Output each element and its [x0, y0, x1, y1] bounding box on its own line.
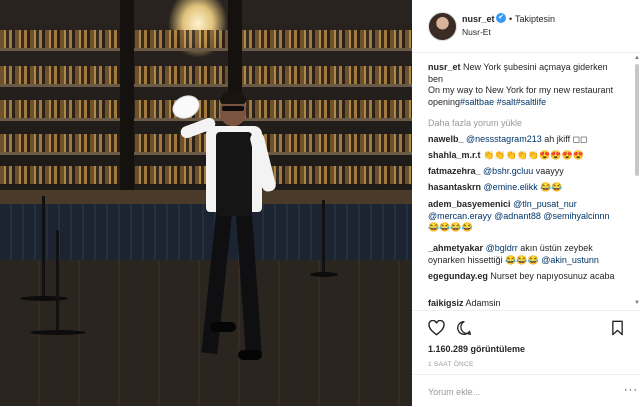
comment-text: Nurset bey napıyosunuz acaba	[490, 271, 615, 281]
shelf	[0, 48, 412, 51]
rope-stand-base	[20, 296, 68, 301]
comment-username[interactable]: adem_basyemenici	[428, 199, 511, 209]
verified-badge-icon: ✔	[496, 13, 506, 23]
comment-mention[interactable]: @akin_ustunn	[541, 255, 599, 265]
separator-dot: •	[509, 14, 513, 24]
rope-stand-base	[30, 330, 86, 335]
comment: _ahmetyakar @bgldrr akın üstün zeybek oy…	[428, 243, 623, 266]
caption-username[interactable]: nusr_et	[428, 62, 461, 72]
location-link[interactable]: Nusr-Et	[462, 27, 491, 37]
dancing-man	[168, 91, 316, 382]
comment-username[interactable]: fatmazehra_	[428, 166, 481, 176]
more-options-icon[interactable]: ···	[624, 384, 638, 396]
header-username[interactable]: nusr_et	[462, 14, 495, 24]
post-header: nusr_et ✔ • Takiptesin Nusr-Et	[412, 0, 640, 53]
comment-mention[interactable]: @nessstagram213	[466, 134, 542, 144]
post-sidebar: nusr_et ✔ • Takiptesin Nusr-Et nusr_et N…	[412, 0, 640, 406]
view-count[interactable]: 1.160.289 görüntüleme	[428, 344, 525, 354]
comment-text: vaayyy	[535, 166, 564, 176]
comment-mention[interactable]: @emine.elikk	[484, 182, 538, 192]
rope-stand	[56, 230, 59, 332]
comment-mention[interactable]: @bshr.gcluu	[483, 166, 533, 176]
comment-username[interactable]: faikigsiz	[428, 298, 464, 308]
caption-hashtags[interactable]: #saltbae #salt#saltlife	[460, 97, 546, 107]
comment-username[interactable]: egegunday.eg	[428, 271, 488, 281]
scroll-down-arrow-icon[interactable]: ▼	[634, 300, 640, 306]
comment: shahla_m.r.t 👏👏👏👏👏😍😍😍😍	[428, 150, 623, 162]
bottle-row	[0, 30, 412, 48]
comments-list[interactable]: nusr_et New York şubesini açmaya giderke…	[412, 52, 634, 310]
rope-stand	[42, 196, 45, 298]
comment-username[interactable]: hasantaskrn	[428, 182, 481, 192]
bookmark-icon[interactable]	[611, 320, 624, 336]
post-timestamp[interactable]: 1 SAAT ÖNCE	[428, 361, 474, 368]
comment: adem_basyemenici @tln_pusat_nur @mercan.…	[428, 199, 623, 234]
comment-username[interactable]: _ahmetyakar	[428, 243, 483, 253]
comment: nawelb_ @nessstagram213 ah jkiff ◻◻	[428, 134, 623, 146]
add-comment-bar: ···	[412, 374, 640, 407]
pillar	[120, 0, 134, 210]
post-caption: nusr_et New York şubesini açmaya giderke…	[428, 62, 623, 108]
shelf	[0, 84, 412, 87]
bottle-row	[0, 66, 412, 84]
comment: fatmazehra_ @bshr.gcluu vaayyy	[428, 166, 623, 178]
following-status[interactable]: Takiptesin	[515, 14, 555, 24]
comment: egegunday.eg Nurset bey napıyosunuz acab…	[428, 271, 623, 283]
comment-icon[interactable]	[456, 320, 472, 336]
comment-text: 😂😂😂😂	[428, 222, 473, 232]
rope-stand	[322, 200, 325, 274]
instagram-post: nusr_et ✔ • Takiptesin Nusr-Et nusr_et N…	[0, 0, 640, 406]
load-more-comments[interactable]: Daha fazla yorum yükle	[428, 118, 522, 128]
comment-text: ah jkiff ◻◻	[544, 134, 588, 144]
comment-text: 👏👏👏👏👏😍😍😍😍	[483, 150, 584, 160]
scrollbar-thumb[interactable]	[635, 64, 639, 176]
comment-username[interactable]: shahla_m.r.t	[428, 150, 481, 160]
avatar[interactable]	[428, 12, 457, 41]
comment: hasantaskrn @emine.elikk 😂😂	[428, 182, 623, 194]
post-video[interactable]	[0, 0, 412, 406]
comment-text: Adamsin	[465, 298, 501, 308]
comment-mention[interactable]: @bgldrr	[486, 243, 518, 253]
comment-text: 😂😂	[540, 182, 563, 192]
comment: faikigsiz Adamsin	[428, 298, 623, 310]
scroll-up-arrow-icon[interactable]: ▲	[634, 55, 640, 61]
comment-input[interactable]	[426, 383, 620, 401]
heart-icon[interactable]	[428, 320, 445, 336]
comment-username[interactable]: nawelb_	[428, 134, 464, 144]
